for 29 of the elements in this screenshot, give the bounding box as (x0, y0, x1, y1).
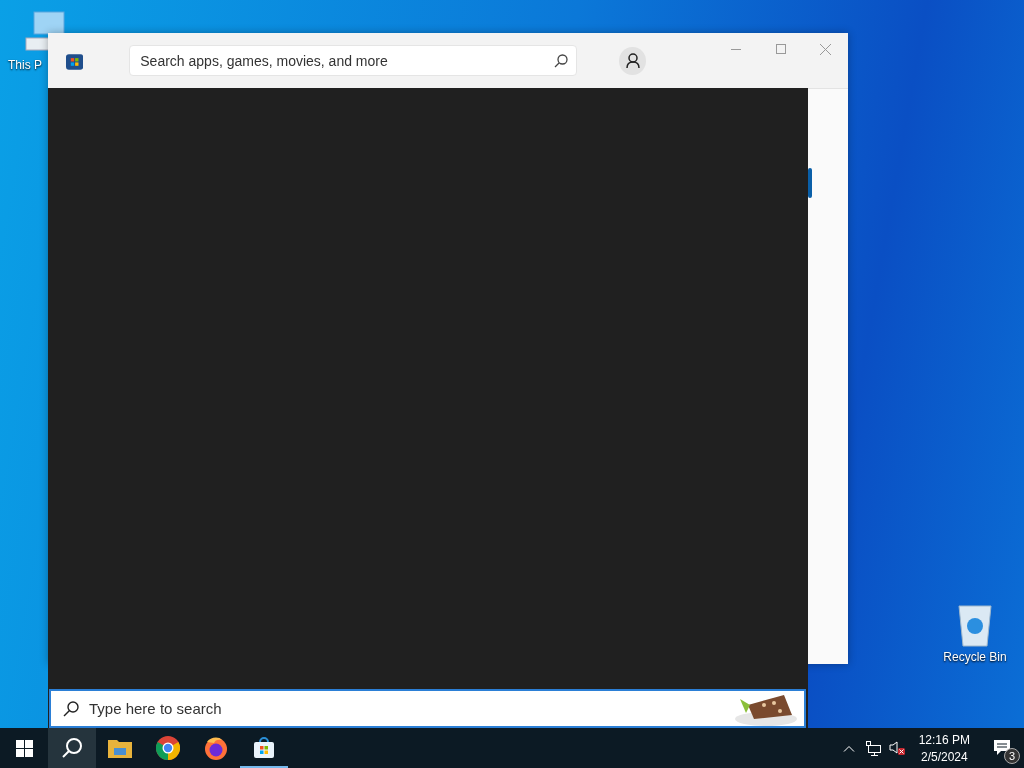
store-bag-icon (253, 737, 275, 759)
search-icon (554, 53, 569, 68)
clock-button[interactable]: 12:16 PM 2/5/2024 (908, 728, 980, 768)
chrome-icon (156, 736, 180, 760)
store-search-field[interactable]: Search apps, games, movies, and more (138, 51, 555, 70)
desktop-icon-label[interactable]: Recycle Bin (943, 650, 1007, 664)
windows-logo-icon (15, 739, 33, 757)
store-search-bar[interactable]: Search apps, games, movies, and more (129, 45, 578, 76)
firefox-icon (204, 736, 228, 760)
nav-indicator (808, 168, 812, 198)
search-icon (63, 700, 79, 717)
message-icon (993, 739, 1011, 757)
maximize-icon (776, 44, 787, 54)
notification-count: 3 (1004, 748, 1020, 764)
account-avatar[interactable] (619, 46, 647, 75)
close-icon (820, 43, 832, 55)
recycle-bin-icon (955, 602, 995, 648)
action-center-button[interactable]: 3 (980, 728, 1024, 768)
folder-icon (108, 738, 132, 758)
chevron-up-icon (842, 744, 855, 752)
network-icon (864, 740, 881, 756)
search-icon (61, 737, 83, 759)
taskbar-search-field[interactable]: Type here to search (87, 699, 726, 718)
taskbar-search-bar[interactable]: Type here to search (49, 689, 806, 728)
muted-speaker-icon (888, 741, 905, 755)
person-icon (625, 52, 640, 69)
minimize-icon (731, 48, 742, 50)
store-logo-icon (66, 51, 84, 70)
search-taskbar-button[interactable] (48, 728, 96, 768)
